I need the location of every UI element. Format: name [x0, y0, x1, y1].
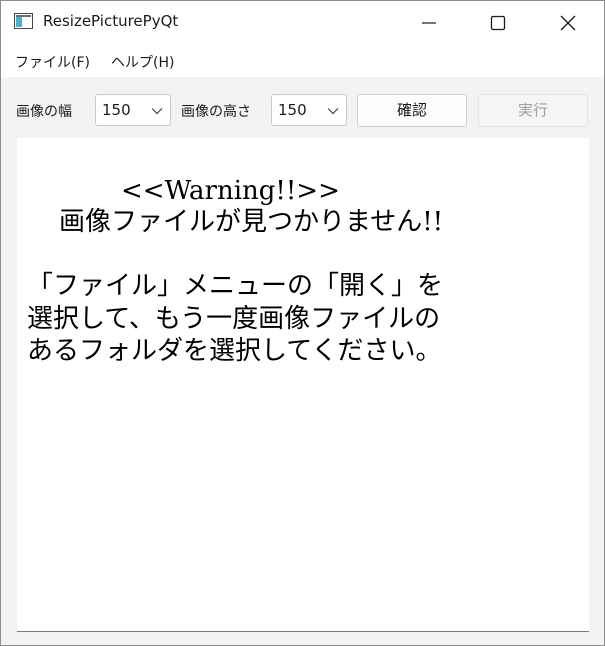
instruction-line-3: あるフォルダを選択してください。	[27, 336, 442, 366]
image-width-value: 150	[102, 101, 131, 119]
run-button[interactable]: 実行	[478, 94, 588, 127]
maximize-button[interactable]	[463, 1, 533, 45]
not-found-message: 画像ファイルが見つかりません!!	[59, 207, 444, 237]
image-height-label: 画像の高さ	[181, 104, 251, 120]
image-width-label: 画像の幅	[16, 104, 72, 120]
maximize-icon	[490, 15, 506, 31]
minimize-button[interactable]	[394, 1, 464, 45]
image-display-area: <<Warning!!>> 画像ファイルが見つかりません!! 「ファイル」メニュ…	[17, 138, 589, 632]
menu-bar: ファイル(F) ヘルプ(H)	[1, 45, 604, 77]
menu-file[interactable]: ファイル(F)	[15, 52, 90, 72]
chevron-down-icon	[151, 108, 163, 115]
minimize-icon	[422, 22, 436, 24]
title-bar[interactable]: ResizePicturePyQt	[1, 1, 604, 45]
menu-help[interactable]: ヘルプ(H)	[111, 52, 174, 72]
toolbar: 画像の幅 150 画像の高さ 150 確認 実行	[1, 77, 604, 137]
instruction-line-2: 選択して、もう一度画像ファイルの	[27, 304, 441, 334]
confirm-button[interactable]: 確認	[357, 94, 467, 127]
warning-heading: <<Warning!!>>	[121, 176, 340, 206]
close-button[interactable]	[533, 1, 603, 45]
image-height-select[interactable]: 150	[271, 94, 347, 126]
image-width-select[interactable]: 150	[95, 94, 171, 126]
chevron-down-icon	[327, 108, 339, 115]
instruction-line-1: 「ファイル」メニューの「開く」を	[27, 271, 444, 301]
window-title: ResizePicturePyQt	[43, 12, 179, 30]
close-icon	[560, 15, 576, 31]
image-height-value: 150	[278, 101, 307, 119]
app-window: ResizePicturePyQt ファイル(F) ヘルプ(H) 画像の幅 15…	[0, 0, 605, 646]
app-window-icon	[14, 13, 33, 29]
